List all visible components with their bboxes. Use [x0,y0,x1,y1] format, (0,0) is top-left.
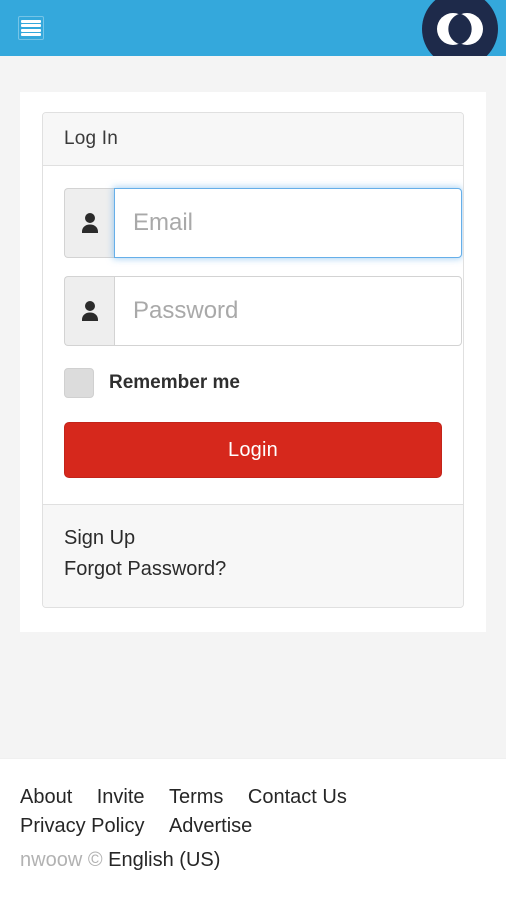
hamburger-bar [21,28,41,32]
user-icon [64,276,114,346]
footer-link-contact-us[interactable]: Contact Us [248,786,347,808]
login-form-body: Remember me Login [43,166,463,504]
footer-link-privacy-policy[interactable]: Privacy Policy [20,815,144,837]
copyright-text: nwoow © [20,849,103,871]
login-panel-heading: Log In [43,113,463,166]
user-icon [64,188,114,258]
login-button[interactable]: Login [64,422,442,478]
login-panel-footer: Sign Up Forgot Password? [43,504,463,607]
hamburger-menu-icon[interactable] [18,16,44,40]
email-input-group [64,188,462,258]
hamburger-bar [21,20,41,23]
login-page: Log In Email Remember me Login Sign Up F… [0,0,506,900]
main-content-area: Log In Email Remember me Login Sign Up F… [0,56,506,758]
footer-link-about[interactable]: About [20,786,72,808]
forgot-password-link[interactable]: Forgot Password? [64,554,442,585]
hamburger-bar [21,32,41,36]
remember-me-label[interactable]: Remember me [109,372,240,394]
footer-link-invite[interactable]: Invite [97,786,145,808]
remember-me-row: Remember me [64,368,442,400]
hamburger-bar [21,24,41,28]
footer-link-terms[interactable]: Terms [169,786,223,808]
login-panel: Log In Email Remember me Login Sign Up F… [42,112,464,608]
remember-me-checkbox[interactable] [64,368,94,398]
site-footer: About Invite Terms Contact Us Privacy Po… [0,758,506,900]
footer-copyright-row: nwoow © English (US) [20,847,506,874]
sign-up-link[interactable]: Sign Up [64,523,442,554]
language-selector[interactable]: English (US) [108,849,220,871]
password-input-group [64,276,462,346]
login-card-container: Log In Email Remember me Login Sign Up F… [20,92,486,632]
footer-link-advertise[interactable]: Advertise [169,815,252,837]
top-navigation-bar [0,0,506,67]
footer-links: About Invite Terms Contact Us Privacy Po… [20,783,506,841]
password-input[interactable] [114,276,462,346]
email-input[interactable] [114,188,462,258]
